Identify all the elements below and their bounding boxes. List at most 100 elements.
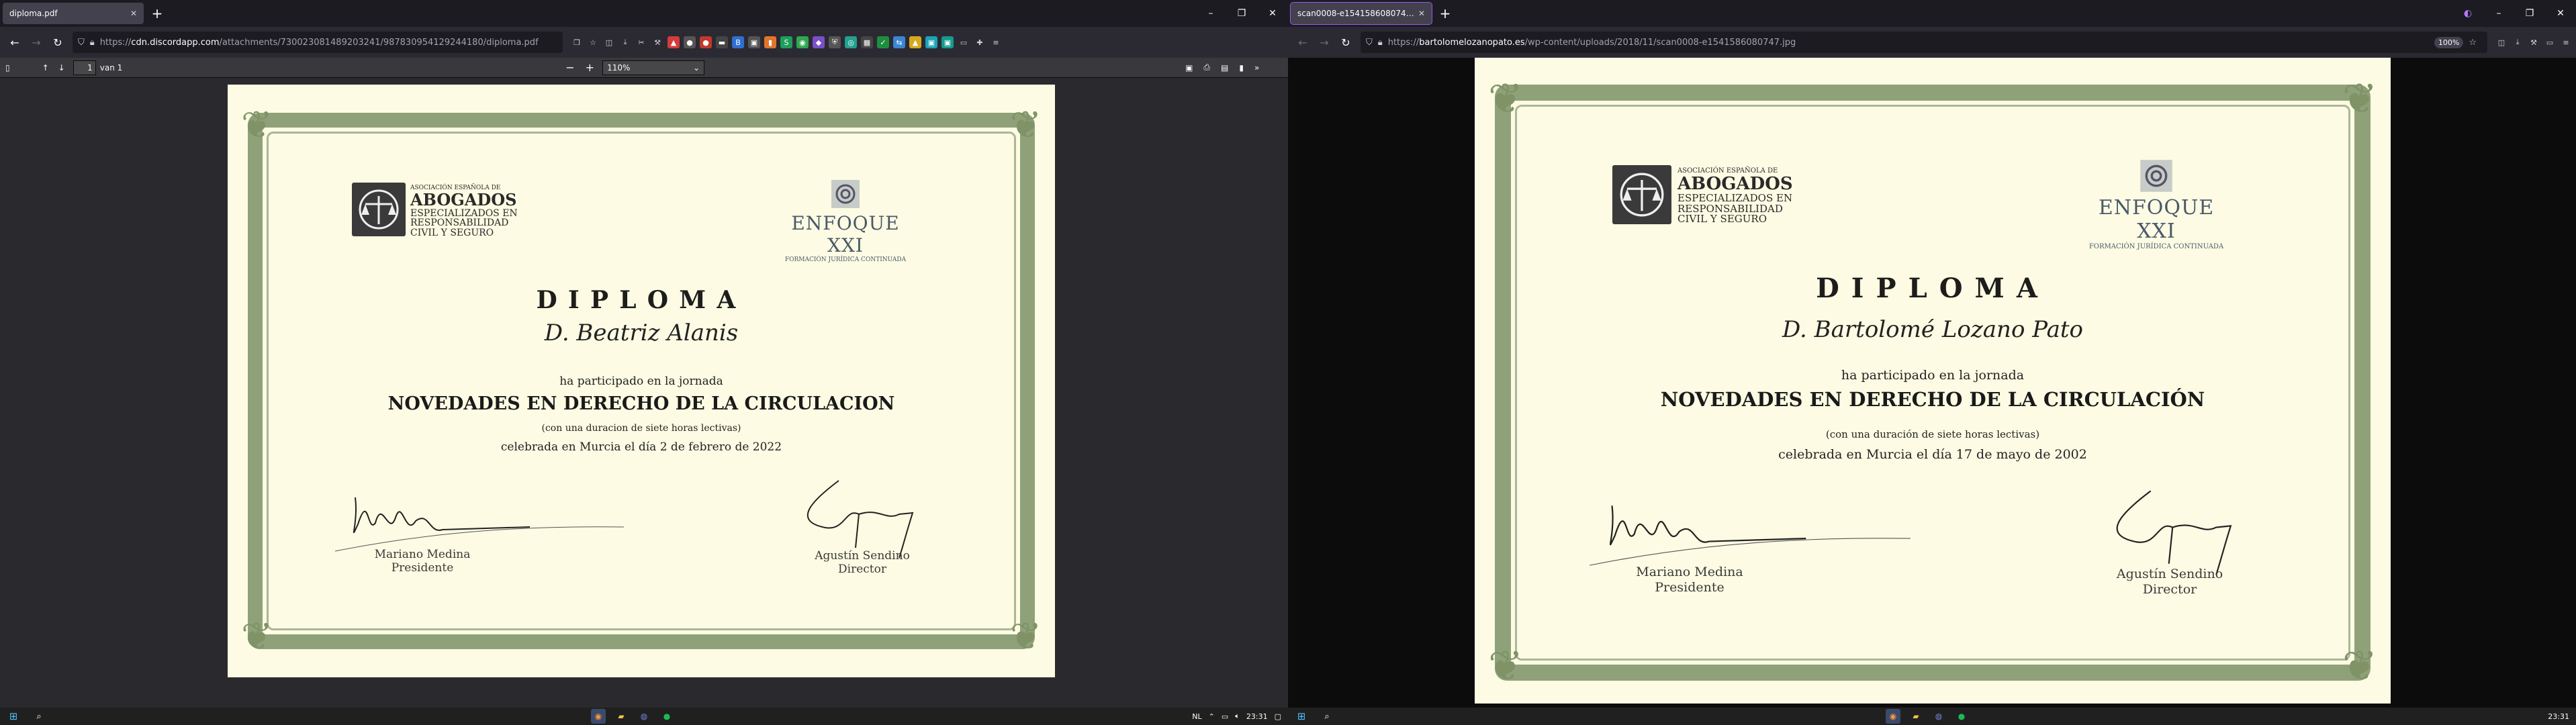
image-viewer[interactable]: ❦ ❦ ❦ ❦ ASOCIACIÓN ESPAÑOLA DE ABOGADOS … bbox=[1288, 58, 2576, 708]
minimize-icon[interactable]: – bbox=[1195, 0, 1226, 27]
cyan2-ext-icon[interactable]: ▣ bbox=[941, 36, 954, 48]
clock[interactable]: 23:31 bbox=[2548, 712, 2569, 721]
file-explorer-icon[interactable]: ▰ bbox=[614, 709, 629, 724]
network-icon[interactable]: ▭ bbox=[1222, 712, 1228, 721]
pocket-icon[interactable]: ◫ bbox=[603, 36, 615, 48]
celebrated-text: celebrada en Murcia el día 2 de febrero … bbox=[500, 440, 782, 454]
zoom-out-icon[interactable]: − bbox=[565, 61, 574, 74]
pages-icon[interactable]: ❐ bbox=[571, 36, 583, 48]
pdf-viewer[interactable]: ❦ ❦ ❦ ❦ ASOCIACIÓN ESPAÑOLA DE ABOGADOS … bbox=[0, 78, 1288, 708]
grey-ext-icon[interactable]: ● bbox=[684, 36, 696, 48]
sidebar-toggle-icon[interactable]: ▯ bbox=[5, 63, 10, 72]
enfoque-subtitle: FORMACIÓN JURÍDICA CONTINUADA bbox=[2088, 243, 2224, 250]
tools-icon[interactable]: ⚒ bbox=[2528, 36, 2540, 48]
close-window-icon[interactable]: ✕ bbox=[1257, 0, 1288, 27]
shield-icon[interactable]: ⛉ bbox=[1366, 38, 1373, 48]
discord-taskbar-icon[interactable]: ◍ bbox=[1931, 709, 1946, 724]
next-page-icon[interactable]: ↓ bbox=[58, 63, 65, 72]
orange-ext-icon[interactable]: ▮ bbox=[764, 36, 776, 48]
forward-icon[interactable]: → bbox=[26, 32, 47, 53]
notification-icon[interactable]: ▢ bbox=[1275, 712, 1281, 721]
back-icon[interactable]: ← bbox=[4, 32, 26, 53]
print-icon[interactable]: ⎙ bbox=[1203, 62, 1210, 72]
address-bar[interactable]: ⛉ 🔒︎ https:// bartolomelozanopato.es /wp… bbox=[1361, 32, 2487, 53]
corner-ornament-icon: ❦ bbox=[1488, 641, 1523, 690]
yellow-ext-icon[interactable]: ▲ bbox=[909, 36, 921, 48]
volume-icon[interactable]: 🔈︎ bbox=[1235, 712, 1240, 721]
pocket-icon[interactable]: ◫ bbox=[2495, 36, 2508, 48]
file-explorer-icon[interactable]: ▰ bbox=[1908, 709, 1923, 724]
cyan-ext-icon[interactable]: ▣ bbox=[925, 36, 937, 48]
teal-ext-icon[interactable]: ◎ bbox=[845, 36, 857, 48]
puzzle-icon[interactable]: ✚ bbox=[974, 36, 986, 48]
lightblue-ext-icon[interactable]: ⇆ bbox=[893, 36, 905, 48]
red-circle-ext-icon[interactable]: ● bbox=[700, 36, 712, 48]
spotify-taskbar-icon[interactable]: ● bbox=[1954, 709, 1969, 724]
signer-role: Presidente bbox=[391, 561, 454, 575]
menu-icon[interactable]: ≡ bbox=[990, 36, 1002, 48]
purple-ext-icon[interactable]: ◆ bbox=[813, 36, 825, 48]
spotify-taskbar-icon[interactable]: ● bbox=[659, 709, 674, 724]
bookmark-star-icon[interactable]: ☆ bbox=[587, 36, 599, 48]
close-icon[interactable]: ✕ bbox=[1418, 9, 1425, 18]
red-ext-icon[interactable]: ▲ bbox=[668, 36, 680, 48]
car-ext-icon[interactable]: ▬ bbox=[716, 36, 728, 48]
tab-scan-jpg[interactable]: scan0008-e1541586080747.jpg (JPEG ✕ bbox=[1290, 2, 1432, 25]
new-tab-button[interactable]: + bbox=[148, 4, 167, 23]
search-icon[interactable]: ⌕ bbox=[1315, 712, 1339, 722]
org-line: CIVIL Y SEGURO bbox=[410, 228, 494, 238]
page-number-input[interactable]: 1 bbox=[73, 60, 96, 75]
language-indicator[interactable]: NL bbox=[1192, 712, 1201, 721]
zoom-level[interactable]: 100% bbox=[2434, 36, 2464, 48]
clock[interactable]: 23:31 bbox=[1246, 712, 1268, 721]
green3-ext-icon[interactable]: ✓ bbox=[877, 36, 889, 48]
screenshot-icon[interactable]: ✂ bbox=[635, 36, 647, 48]
back-icon[interactable]: ← bbox=[1292, 32, 1314, 53]
shield-ext-icon[interactable]: ⛨ bbox=[829, 36, 841, 48]
bookmark-star-icon[interactable]: ☆ bbox=[2469, 38, 2477, 48]
window-ext-icon[interactable]: ▭ bbox=[2544, 36, 2556, 48]
tools-icon[interactable]: ⚒ bbox=[651, 36, 663, 48]
firefox-taskbar-icon[interactable]: ◉ bbox=[1886, 709, 1900, 724]
maximize-icon[interactable]: ❐ bbox=[1226, 0, 1257, 27]
window-ext-icon[interactable]: ▭ bbox=[958, 36, 970, 48]
grid-ext-icon[interactable]: ▦ bbox=[861, 36, 873, 48]
windows-start-icon[interactable]: ⊞ bbox=[1288, 710, 1315, 722]
reload-icon[interactable]: ↻ bbox=[47, 32, 68, 53]
chevron-up-icon[interactable]: ⌃ bbox=[1209, 712, 1215, 721]
blue-ext-icon[interactable]: B bbox=[732, 36, 744, 48]
prev-page-icon[interactable]: ↑ bbox=[42, 63, 49, 72]
discord-taskbar-icon[interactable]: ◍ bbox=[637, 709, 651, 724]
green2-ext-icon[interactable]: ◉ bbox=[796, 36, 809, 48]
tab-diploma-pdf[interactable]: diploma.pdf ✕ bbox=[3, 3, 144, 24]
zoom-in-icon[interactable]: + bbox=[586, 61, 594, 74]
firefox-taskbar-icon[interactable]: ◉ bbox=[591, 709, 606, 724]
profile-mask-icon[interactable]: ◐ bbox=[2452, 0, 2483, 27]
right-monitor: scan0008-e1541586080747.jpg (JPEG ✕ + ◐ … bbox=[1288, 0, 2576, 725]
bookmark-icon[interactable]: ▮ bbox=[1239, 63, 1244, 72]
recipient-name: D. Bartolomé Lozano Pato bbox=[1782, 316, 2083, 343]
save-icon[interactable]: ▤ bbox=[1221, 63, 1228, 72]
new-tab-button[interactable]: + bbox=[1436, 4, 1455, 23]
maximize-icon[interactable]: ❐ bbox=[2514, 0, 2545, 27]
lock-icon[interactable]: 🔒︎ bbox=[90, 38, 95, 48]
zoom-select[interactable]: 110% ⌄ bbox=[602, 60, 705, 75]
windows-start-icon[interactable]: ⊞ bbox=[0, 710, 27, 722]
signer-role: Director bbox=[838, 563, 886, 577]
shield-icon[interactable]: ⛉ bbox=[78, 38, 85, 48]
box-ext-icon[interactable]: ▣ bbox=[748, 36, 760, 48]
download-icon[interactable]: ⤓ bbox=[619, 36, 631, 48]
menu-icon[interactable]: ≡ bbox=[2560, 36, 2572, 48]
reload-icon[interactable]: ↻ bbox=[1335, 32, 1356, 53]
address-bar[interactable]: ⛉ 🔒︎ https:// cdn.discordapp.com /attach… bbox=[73, 32, 563, 53]
close-icon[interactable]: ✕ bbox=[130, 9, 137, 18]
presentation-icon[interactable]: ▣ bbox=[1185, 63, 1193, 72]
more-tools-icon[interactable]: » bbox=[1254, 63, 1259, 72]
lock-icon[interactable]: 🔒︎ bbox=[1378, 38, 1383, 48]
minimize-icon[interactable]: – bbox=[2483, 0, 2514, 27]
download-icon[interactable]: ⤓ bbox=[2512, 36, 2524, 48]
green-ext-icon[interactable]: S bbox=[780, 36, 792, 48]
forward-icon[interactable]: → bbox=[1314, 32, 1335, 53]
search-icon[interactable]: ⌕ bbox=[27, 712, 51, 722]
close-window-icon[interactable]: ✕ bbox=[2545, 0, 2576, 27]
